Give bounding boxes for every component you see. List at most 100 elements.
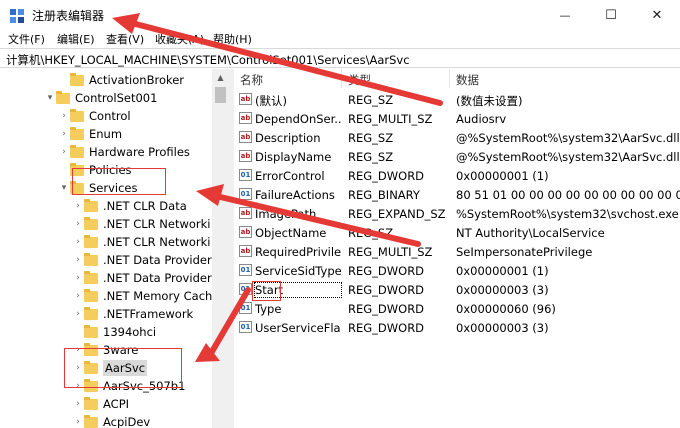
value-data: 0x00000060 (96) <box>456 302 556 316</box>
expand-icon[interactable]: › <box>72 233 84 251</box>
menu-edit[interactable]: 编辑(E) <box>57 31 95 47</box>
column-divider[interactable] <box>449 69 450 88</box>
value-row[interactable]: ab DisplayName REG_SZ @%SystemRoot%\system3… <box>234 147 680 166</box>
tree-item-label: Control <box>89 109 131 123</box>
value-name: ObjectName <box>255 226 327 240</box>
string-value-icon: ab <box>239 226 252 238</box>
value-row[interactable]: ab ImagePath REG_EXPAND_SZ %SystemRoot%\sys… <box>234 204 680 223</box>
expand-icon[interactable]: › <box>72 395 84 413</box>
address-bar[interactable]: 计算机\HKEY_LOCAL_MACHINE\SYSTEM\ControlSet… <box>0 48 680 68</box>
expand-icon[interactable]: › <box>58 143 70 161</box>
tree-item-label: .NET Data Provider <box>103 253 212 267</box>
collapse-icon[interactable]: ▾ <box>58 179 70 197</box>
list-header: 名称 类型 数据 <box>234 69 680 88</box>
expand-icon[interactable]: › <box>72 413 84 428</box>
value-row[interactable]: 01 Type REG_DWORD 0x00000060 (96) <box>234 299 680 318</box>
menu-bar: 文件(F) 编辑(E) 查看(V) 收藏夹(A) 帮助(H) <box>0 31 680 48</box>
folder-icon <box>70 72 84 86</box>
expand-icon <box>72 323 84 341</box>
value-data: 0x00000003 (3) <box>456 283 549 297</box>
folder-icon <box>84 414 98 428</box>
tree-item[interactable]: ▾ ControlSet001 <box>44 89 157 107</box>
column-name[interactable]: 名称 <box>240 72 263 88</box>
menu-help[interactable]: 帮助(H) <box>213 31 252 47</box>
value-name: Description <box>255 131 321 145</box>
folder-icon <box>84 234 98 248</box>
tree-item[interactable]: › Enum <box>58 125 122 143</box>
tree-item[interactable]: › .NET CLR Networki <box>72 215 211 233</box>
close-button[interactable]: ✕ <box>634 0 680 31</box>
value-name: DependOnSer... <box>255 112 341 126</box>
value-row[interactable]: ab (默认) REG_SZ (数值未设置) <box>234 90 680 109</box>
tree-item[interactable]: › .NET Data Provider <box>72 269 212 287</box>
tree-item[interactable]: 1394ohci <box>72 323 156 341</box>
expand-icon[interactable]: › <box>58 107 70 125</box>
tree-item[interactable]: › ACPI <box>72 395 129 413</box>
tree-item-label: .NET CLR Networki <box>103 235 211 249</box>
tree-item-label: 1394ohci <box>103 325 157 339</box>
value-row[interactable]: abRequiredPrivile... REG_MULTI_SZ SeImpers… <box>234 242 680 261</box>
string-value-icon: ab <box>239 245 252 257</box>
folder-icon <box>84 306 98 320</box>
folder-icon <box>84 270 98 284</box>
tree-item-label: Enum <box>89 127 123 141</box>
menu-favorites[interactable]: 收藏夹(A) <box>155 31 204 47</box>
value-data: @%SystemRoot%\system32\AarSvc.dll,-100 <box>456 150 680 164</box>
column-data[interactable]: 数据 <box>456 72 479 88</box>
tree-item[interactable]: › .NET CLR Networki <box>72 233 211 251</box>
folder-icon <box>84 396 98 410</box>
expand-icon[interactable]: › <box>72 269 84 287</box>
menu-file[interactable]: 文件(F) <box>8 31 45 47</box>
value-type: REG_SZ <box>348 150 394 164</box>
annotation-box-services <box>72 168 166 195</box>
tree-item[interactable]: › .NETFramework <box>72 305 193 323</box>
tree-item-label: .NET Data Provider <box>103 271 212 285</box>
binary-value-icon: 01 <box>239 283 252 295</box>
close-icon: ✕ <box>651 8 663 23</box>
expand-icon[interactable]: › <box>58 125 70 143</box>
tree-item[interactable]: › Control <box>58 107 131 125</box>
value-row[interactable]: 01 ServiceSidType REG_DWORD 0x00000001 (1) <box>234 261 680 280</box>
folder-icon <box>56 90 70 104</box>
column-type[interactable]: 类型 <box>348 72 371 88</box>
value-row[interactable]: 01 ErrorControl REG_DWORD 0x00000001 (1) <box>234 166 680 185</box>
value-row[interactable]: ab DependOnSer... REG_MULTI_SZ Audiosrv <box>234 109 680 128</box>
tree-item[interactable]: ActivationBroker <box>58 71 184 89</box>
expand-icon[interactable]: › <box>72 287 84 305</box>
folder-icon <box>84 288 98 302</box>
binary-value-icon: 01 <box>239 169 252 181</box>
value-row[interactable]: ab Description REG_SZ @%SystemRoot%\system3… <box>234 128 680 147</box>
value-row[interactable]: 01UserServiceFla... REG_DWORD 0x00000003 (… <box>234 318 680 337</box>
value-row[interactable]: 01 Start REG_DWORD 0x00000003 (3) <box>234 280 680 299</box>
scroll-up-icon[interactable]: ▲ <box>212 69 229 86</box>
tree-item[interactable]: › .NET Memory Cach <box>72 287 212 305</box>
tree-item[interactable]: › .NET Data Provider <box>72 251 212 269</box>
expand-icon[interactable]: › <box>72 197 84 215</box>
collapse-icon[interactable]: ▾ <box>44 89 56 107</box>
minimize-button[interactable]: — <box>542 0 588 31</box>
tree-item[interactable]: › Hardware Profiles <box>58 143 190 161</box>
value-data: NT Authority\LocalService <box>456 226 605 240</box>
value-name: ErrorControl <box>255 169 325 183</box>
scroll-thumb[interactable] <box>215 87 226 103</box>
maximize-icon: ☐ <box>605 8 617 23</box>
tree-scrollbar[interactable]: ▲ <box>212 69 229 428</box>
binary-value-icon: 01 <box>239 264 252 276</box>
menu-view[interactable]: 查看(V) <box>106 31 144 47</box>
value-data: @%SystemRoot%\system32\AarSvc.dll,-101 <box>456 131 680 145</box>
tree-item[interactable]: › AcpiDev <box>72 413 150 428</box>
value-name: FailureActions <box>255 188 335 202</box>
value-type: REG_DWORD <box>348 302 425 316</box>
maximize-button[interactable]: ☐ <box>588 0 634 31</box>
string-value-icon: ab <box>239 112 252 124</box>
value-row[interactable]: 01 FailureActions REG_BINARY 80 51 01 00 00… <box>234 185 680 204</box>
value-row[interactable]: ab ObjectName REG_SZ NT Authority\LocalServ… <box>234 223 680 242</box>
expand-icon[interactable]: › <box>72 305 84 323</box>
column-divider[interactable] <box>341 69 342 88</box>
regedit-icon <box>10 9 24 23</box>
folder-icon <box>84 252 98 266</box>
tree-item[interactable]: › .NET CLR Data <box>72 197 187 215</box>
expand-icon[interactable]: › <box>72 251 84 269</box>
expand-icon[interactable]: › <box>72 215 84 233</box>
tree-item-label: Hardware Profiles <box>89 145 190 159</box>
